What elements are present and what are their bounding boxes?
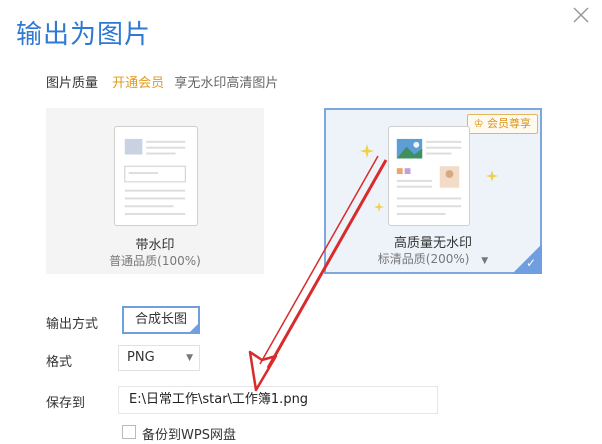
vip-desc: 享无水印高清图片 (174, 76, 279, 91)
option-hq-sub: 标清品质(200%) (377, 252, 470, 266)
dialog-title: 输出为图片 (16, 20, 152, 50)
hq-document-icon (388, 126, 470, 226)
output-mode-button[interactable]: 合成长图 (122, 306, 200, 334)
sparkle-icon (486, 170, 498, 182)
watermark-document-icon (114, 126, 198, 226)
save-label: 保存到 (46, 396, 86, 411)
quality-row: 图片质量 开通会员 享无水印高清图片 (46, 72, 278, 91)
sparkle-icon (374, 202, 384, 212)
output-mode-value: 合成长图 (134, 312, 187, 327)
quality-label: 图片质量 (46, 76, 99, 91)
selected-corner (188, 322, 200, 334)
backup-checkbox[interactable] (122, 425, 136, 439)
format-label: 格式 (46, 355, 73, 370)
caret-down-icon: ▼ (186, 353, 193, 363)
backup-label: 备份到WPS网盘 (142, 428, 236, 443)
option-hq-name: 高质量无水印 (393, 236, 472, 251)
vip-badge: ♔ 会员尊享 (466, 114, 538, 134)
vip-link[interactable]: 开通会员 (112, 76, 164, 91)
save-path-input[interactable]: E:\日常工作\star\工作簿1.png (118, 386, 438, 414)
check-icon: ✓ (525, 256, 536, 270)
option-hq-no-watermark[interactable]: ♔ 会员尊享 高质量无水印 标清品质(200%) ▼ ✓ (324, 108, 542, 274)
close-icon[interactable] (572, 6, 590, 24)
option-watermark-name: 带水印 (135, 238, 175, 253)
format-value: PNG (127, 350, 155, 365)
sparkle-icon (360, 144, 374, 158)
format-select[interactable]: PNG ▼ (118, 345, 200, 371)
option-watermark[interactable]: 带水印 普通品质(100%) (46, 108, 264, 274)
vip-badge-text: 会员尊享 (487, 117, 531, 130)
output-mode-label: 输出方式 (46, 317, 99, 332)
caret-down-icon: ▼ (481, 256, 489, 266)
option-hq-quality-dropdown[interactable]: 标清品质(200%) ▼ (326, 250, 540, 267)
crown-icon: ♔ (473, 117, 484, 130)
option-watermark-sub: 普通品质(100%) (109, 254, 201, 268)
